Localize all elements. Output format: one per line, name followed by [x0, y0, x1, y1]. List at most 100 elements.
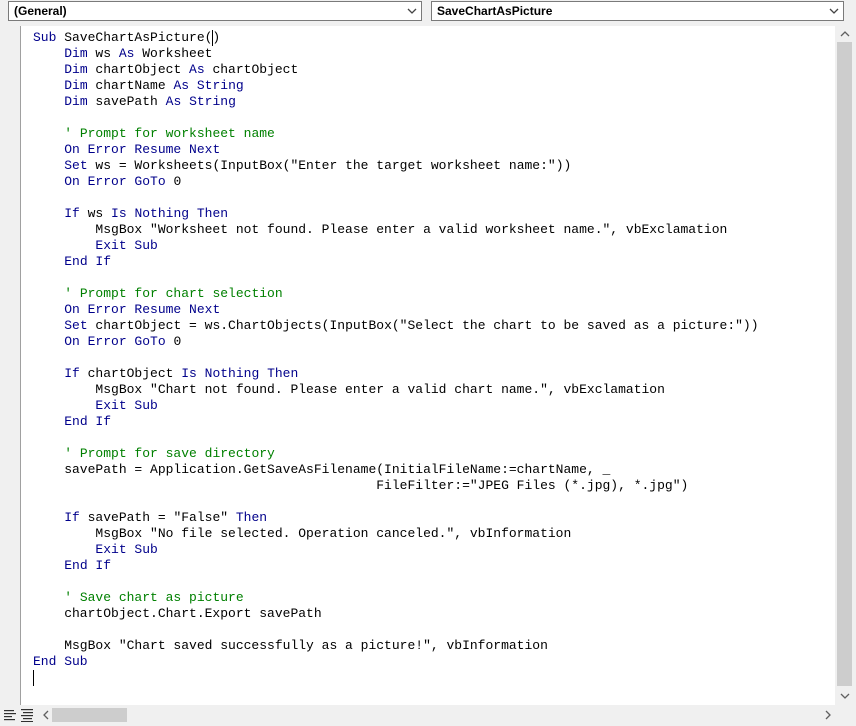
- code-line[interactable]: ' Prompt for save directory: [33, 446, 759, 462]
- code-line[interactable]: [33, 430, 759, 446]
- object-dropdown[interactable]: (General): [8, 1, 422, 21]
- margin-indicator-bar[interactable]: [0, 26, 21, 705]
- code-line[interactable]: Dim ws As Worksheet: [33, 46, 759, 62]
- code-line[interactable]: Exit Sub: [33, 238, 759, 254]
- code-keyword: If: [64, 206, 80, 221]
- code-line[interactable]: Dim savePath As String: [33, 94, 759, 110]
- arrow-down-icon[interactable]: [838, 689, 852, 703]
- code-line[interactable]: ' Prompt for chart selection: [33, 286, 759, 302]
- code-line[interactable]: FileFilter:="JPEG Files (*.jpg), *.jpg"): [33, 478, 759, 494]
- code-line[interactable]: End If: [33, 414, 759, 430]
- code-text[interactable]: Sub SaveChartAsPicture() Dim ws As Works…: [33, 30, 759, 686]
- code-token: FileFilter:="JPEG Files (*.jpg), *.jpg"): [33, 478, 689, 493]
- code-token: savePath = "False": [79, 510, 236, 525]
- code-line[interactable]: Sub SaveChartAsPicture(): [33, 30, 759, 46]
- code-line[interactable]: End If: [33, 254, 759, 270]
- full-module-view-icon[interactable]: [19, 707, 35, 723]
- code-comment: ' Save chart as picture: [64, 590, 244, 605]
- code-line[interactable]: [33, 350, 759, 366]
- code-line[interactable]: Exit Sub: [33, 398, 759, 414]
- code-line[interactable]: On Error GoTo 0: [33, 334, 759, 350]
- code-keyword: String: [189, 94, 236, 109]
- code-token: chartObject = ws.ChartObjects(InputBox("…: [87, 318, 759, 333]
- code-line[interactable]: [33, 494, 759, 510]
- object-dropdown-value: (General): [14, 4, 67, 18]
- code-keyword: On Error Resume Next: [64, 302, 221, 317]
- code-line[interactable]: MsgBox "Worksheet not found. Please ente…: [33, 222, 759, 238]
- arrow-up-icon[interactable]: [838, 27, 852, 41]
- code-line[interactable]: [33, 110, 759, 126]
- code-line[interactable]: [33, 270, 759, 286]
- code-keyword: On Error Resume Next: [64, 142, 221, 157]
- code-keyword: End If: [64, 254, 112, 269]
- code-token: 0: [165, 174, 182, 189]
- arrow-right-icon[interactable]: [822, 708, 834, 722]
- code-keyword: Sub: [33, 30, 57, 45]
- code-line[interactable]: Exit Sub: [33, 542, 759, 558]
- code-keyword: On Error GoTo: [64, 334, 166, 349]
- code-line[interactable]: If chartObject Is Nothing Then: [33, 366, 759, 382]
- code-line[interactable]: chartObject.Chart.Export savePath: [33, 606, 759, 622]
- code-line[interactable]: [33, 574, 759, 590]
- code-keyword: Set: [64, 318, 88, 333]
- code-line[interactable]: savePath = Application.GetSaveAsFilename…: [33, 462, 759, 478]
- code-line[interactable]: Dim chartObject As chartObject: [33, 62, 759, 78]
- code-line[interactable]: End If: [33, 558, 759, 574]
- code-token: SaveChartAsPicture(): [56, 30, 221, 45]
- code-token: MsgBox "No file selected. Operation canc…: [33, 526, 572, 541]
- code-window-toolbar: (General) SaveChartAsPicture: [0, 0, 856, 26]
- chevron-down-icon[interactable]: [405, 4, 419, 18]
- code-line[interactable]: MsgBox "No file selected. Operation canc…: [33, 526, 759, 542]
- code-line[interactable]: MsgBox "Chart not found. Please enter a …: [33, 382, 759, 398]
- code-line[interactable]: End Sub: [33, 654, 759, 670]
- code-line[interactable]: Set chartObject = ws.ChartObjects(InputB…: [33, 318, 759, 334]
- code-line[interactable]: If savePath = "False" Then: [33, 510, 759, 526]
- code-token: savePath = Application.GetSaveAsFilename…: [33, 462, 611, 477]
- code-line[interactable]: On Error GoTo 0: [33, 174, 759, 190]
- code-line[interactable]: ' Prompt for worksheet name: [33, 126, 759, 142]
- code-line[interactable]: ' Save chart as picture: [33, 590, 759, 606]
- code-token: savePath: [87, 94, 166, 109]
- text-cursor: [212, 30, 213, 46]
- horizontal-scrollbar[interactable]: [40, 706, 836, 725]
- code-line[interactable]: On Error Resume Next: [33, 142, 759, 158]
- code-line[interactable]: [33, 190, 759, 206]
- horizontal-scroll-thumb[interactable]: [52, 708, 127, 722]
- code-comment: ' Prompt for worksheet name: [64, 126, 275, 141]
- code-area[interactable]: Sub SaveChartAsPicture() Dim ws As Works…: [22, 26, 835, 705]
- code-keyword: Exit Sub: [95, 238, 158, 253]
- code-line[interactable]: If ws Is Nothing Then: [33, 206, 759, 222]
- code-keyword: Set: [64, 158, 88, 173]
- code-keyword: Exit Sub: [95, 542, 158, 557]
- code-line[interactable]: Set ws = Worksheets(InputBox("Enter the …: [33, 158, 759, 174]
- code-line[interactable]: [33, 622, 759, 638]
- code-line[interactable]: [33, 670, 759, 686]
- code-token: chartObject.Chart.Export savePath: [33, 606, 322, 621]
- chevron-down-icon[interactable]: [827, 4, 841, 18]
- code-token: ws: [87, 46, 119, 61]
- procedure-dropdown[interactable]: SaveChartAsPicture: [431, 1, 844, 21]
- arrow-left-icon[interactable]: [40, 708, 52, 722]
- vertical-scroll-thumb[interactable]: [837, 42, 852, 686]
- procedure-view-icon[interactable]: [2, 707, 18, 723]
- vertical-scrollbar[interactable]: [835, 26, 856, 705]
- code-keyword: As: [118, 46, 135, 61]
- code-token: MsgBox "Chart not found. Please enter a …: [33, 382, 665, 397]
- code-editor[interactable]: Sub SaveChartAsPicture() Dim ws As Works…: [0, 26, 856, 705]
- code-keyword: End If: [64, 414, 112, 429]
- code-keyword: End If: [64, 558, 112, 573]
- code-line[interactable]: On Error Resume Next: [33, 302, 759, 318]
- code-keyword: Dim: [64, 94, 88, 109]
- code-line[interactable]: MsgBox "Chart saved successfully as a pi…: [33, 638, 759, 654]
- code-line[interactable]: Dim chartName As String: [33, 78, 759, 94]
